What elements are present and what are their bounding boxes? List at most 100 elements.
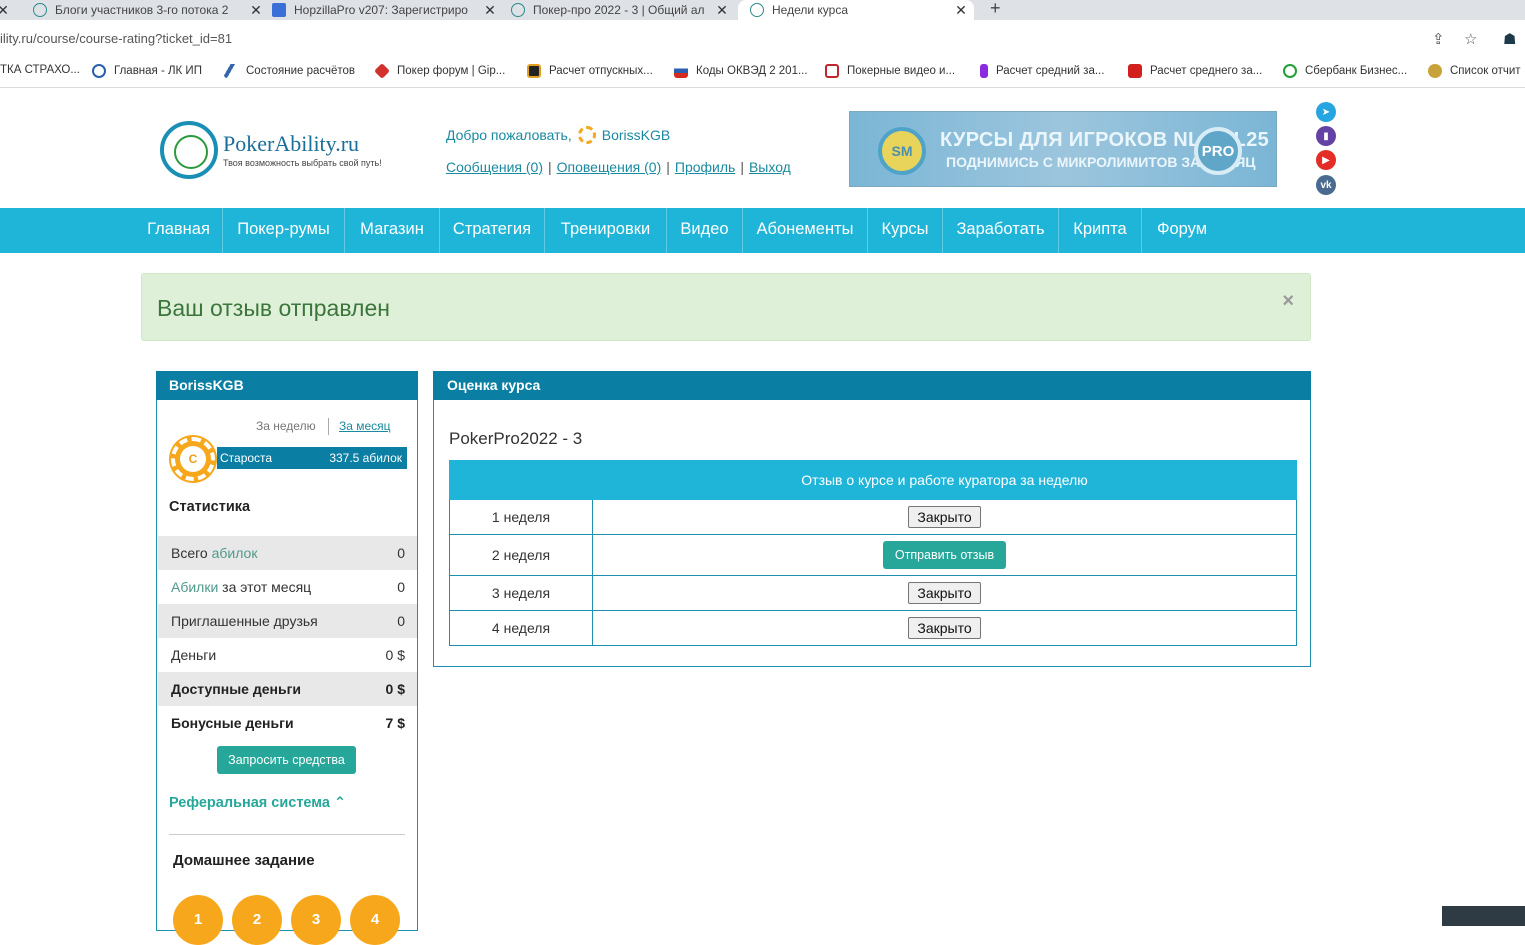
homework-title: Домашнее задание [173,852,315,869]
url-field[interactable]: ility.ru/course/course-rating?ticket_id=… [0,31,232,46]
banner-badge-right: PRO [1194,127,1242,175]
bookmark-favicon-icon [224,64,238,78]
nav-item-poker-rooms[interactable]: Покер-румы [223,208,345,253]
taskbar-corner [1442,906,1525,926]
weeks-table: Отзыв о курсе и работе куратора за недел… [449,460,1297,646]
rank-chip-icon: С [171,437,215,481]
bookmark-favicon-icon [92,64,106,78]
nav-item-subscriptions[interactable]: Абонементы [743,208,868,253]
referral-toggle[interactable]: Реферальная система ⌃ [169,795,346,811]
closed-button[interactable]: Закрыто [908,617,981,639]
bookmarks-bar: ТКА СТРАХО... Главная - ЛК ИП Состояние … [0,56,1525,88]
user-sidebar: BorissKGB За неделю За месяц Староста 33… [156,371,418,945]
bookmark-favicon-icon [1428,64,1442,78]
bookmark-item[interactable]: Коды ОКВЭД 2 201... [674,64,808,78]
bookmark-item[interactable]: Покер форум | Gip... [374,63,505,79]
main-nav: Главная Покер-румы Магазин Стратегия Тре… [0,208,1525,253]
course-name: PokerPro2022 - 3 [449,429,583,448]
homework-item[interactable]: 4 [350,895,400,945]
period-month[interactable]: За месяц [339,419,391,433]
nav-item-video[interactable]: Видео [667,208,743,253]
vk-icon[interactable]: vk [1316,175,1336,195]
twitch-icon[interactable]: ▮ [1316,126,1336,146]
welcome-line: Добро пожаловать, BorissKGB [446,126,671,144]
bookmark-favicon-icon [825,64,839,78]
stat-row: Приглашенные друзья 0 [158,604,417,638]
stats-title: Статистика [169,499,251,515]
nav-item-home[interactable]: Главная [135,208,223,253]
chevron-up-icon: ⌃ [333,795,347,811]
close-icon[interactable]: ✕ [249,2,263,19]
browser-tab-3[interactable]: Покер-про 2022 - 3 | Общий ал ✕ [511,0,729,20]
stat-row: Всего абилок 0 [158,536,417,570]
telegram-icon[interactable]: ➤ [1316,102,1336,122]
nav-item-courses[interactable]: Курсы [868,208,943,253]
logout-link[interactable]: Выход [749,159,791,175]
bookmark-item[interactable]: Сбербанк Бизнес... [1283,64,1407,78]
notifications-link[interactable]: Оповещения (0) [557,159,662,175]
bookmark-item[interactable]: Список отчит [1428,64,1521,78]
send-review-button[interactable]: Отправить отзыв [882,541,1007,569]
table-header-empty [449,460,593,500]
close-icon[interactable]: ✕ [954,2,968,19]
bookmark-item[interactable]: Состояние расчётов [224,64,355,78]
tab-close-fragment[interactable]: ✕ [0,0,8,20]
nav-item-strategy[interactable]: Стратегия [440,208,545,253]
stat-row: Бонусные деньги 7 $ [171,715,405,731]
nav-item-earn[interactable]: Заработать [943,208,1059,253]
abilki-link[interactable]: Абилки [171,579,218,595]
browser-tab-2[interactable]: HopzillaPro v207: Зарегистриро ✕ [272,0,497,20]
profile-link[interactable]: Профиль [675,159,735,175]
site-favicon-icon [33,3,47,17]
bookmark-item[interactable]: ТКА СТРАХО... [0,64,80,76]
homework-item[interactable]: 3 [291,895,341,945]
bookmark-favicon-icon [1283,64,1297,78]
request-funds-button[interactable]: Запросить средства [217,746,356,774]
abilki-link[interactable]: абилок [212,545,258,561]
bookmark-favicon-icon [374,63,390,79]
messages-link[interactable]: Сообщения (0) [446,159,543,175]
star-icon[interactable]: ☆ [1464,30,1477,48]
close-icon[interactable]: × [1282,290,1294,313]
close-icon[interactable]: ✕ [715,2,729,19]
new-tab-icon[interactable]: + [990,0,1001,19]
close-icon[interactable]: ✕ [483,2,497,19]
extension-icon[interactable]: ☗ [1503,30,1516,48]
bookmark-favicon-icon [1128,64,1142,78]
closed-button[interactable]: Закрыто [908,506,981,528]
site-favicon-icon [750,3,764,17]
youtube-icon[interactable]: ▶ [1316,150,1336,170]
bookmark-item[interactable]: Покерные видео и... [825,64,955,78]
table-row: 4 неделя Закрыто [449,610,1297,646]
homework-item[interactable]: 1 [173,895,223,945]
site-favicon-icon [511,3,525,17]
chip-icon [577,126,596,144]
user-links: Сообщения (0) | Оповещения (0) | Профиль | Вых… [446,159,791,175]
nav-item-shop[interactable]: Магазин [345,208,440,253]
browser-tab-bar: ✕ Блоги участников 3-го потока 2 ✕ Hopzi… [0,0,1525,20]
browser-tab-active[interactable]: Недели курса ✕ [738,0,974,20]
browser-tab-1[interactable]: Блоги участников 3-го потока 2 ✕ [33,0,263,20]
bookmark-favicon-icon [980,64,988,78]
welcome-username[interactable]: BorissKGB [602,127,670,143]
share-icon[interactable]: ⇪ [1432,30,1445,48]
table-header-row: Отзыв о курсе и работе куратора за недел… [449,460,1297,500]
ad-banner[interactable]: SM КУРСЫ ДЛЯ ИГРОКОВ NL2-NL25 ПОДНИМИСЬ … [849,111,1277,187]
bookmark-item[interactable]: Главная - ЛК ИП [92,64,202,78]
homework-item[interactable]: 2 [232,895,282,945]
period-week[interactable]: За неделю [256,419,316,433]
alert-message: Ваш отзыв отправлен [157,295,390,321]
table-row: 3 неделя Закрыто [449,575,1297,611]
bookmark-item[interactable]: Расчет среднего за... [1128,64,1262,78]
nav-item-forum[interactable]: Форум [1142,208,1222,253]
nav-item-crypto[interactable]: Крипта [1059,208,1142,253]
bookmark-item[interactable]: Расчет средний за... [980,64,1104,78]
site-logo[interactable]: PokerAbility.ru Твоя возможность выбрать… [160,121,400,181]
closed-button[interactable]: Закрыто [908,582,981,604]
period-divider [328,418,329,435]
bookmark-item[interactable]: Расчет отпускных... [527,64,653,78]
nav-item-training[interactable]: Тренировки [545,208,667,253]
banner-badge-left: SM [878,127,926,175]
rank-value: 337.5 абилок [329,451,402,465]
sidebar-title: BorissKGB [156,371,418,400]
